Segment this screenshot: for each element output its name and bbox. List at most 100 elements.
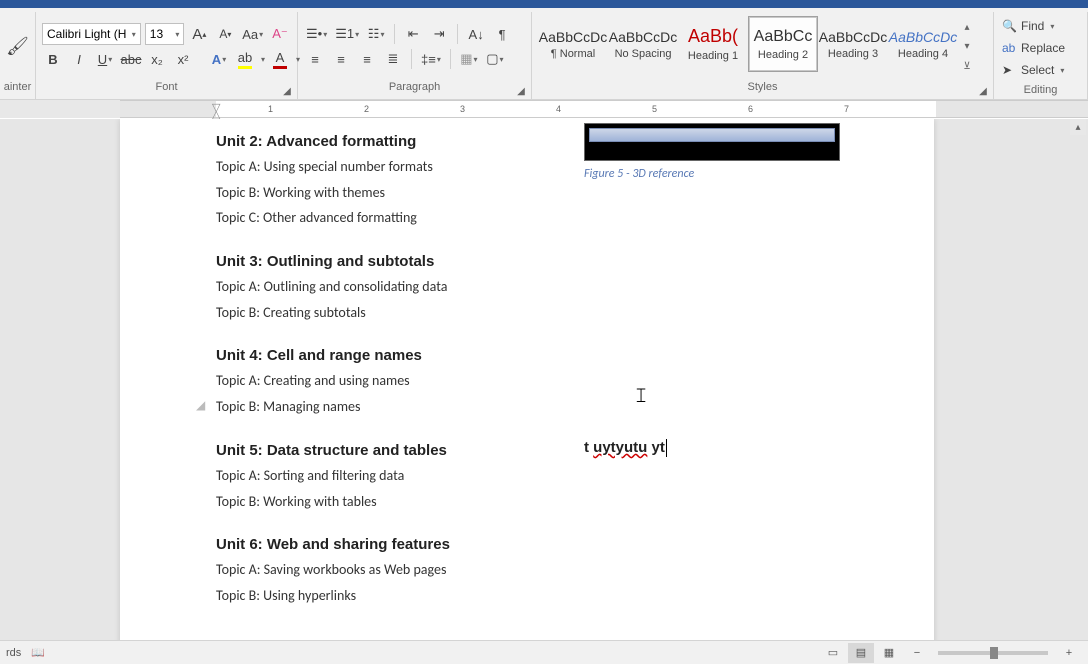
format-painter-button[interactable]: 🖌	[2, 25, 33, 69]
zoom-slider[interactable]	[938, 651, 1048, 655]
styles-more-button[interactable]: ▴ ▾ ⊻	[958, 14, 976, 80]
replace-icon: ab	[1002, 41, 1016, 55]
topic-text[interactable]: Topic A: Using special number formats	[216, 156, 584, 178]
replace-button[interactable]: ab Replace	[1002, 38, 1079, 58]
font-color-button[interactable]: A	[269, 48, 291, 70]
word-count[interactable]: rds	[6, 647, 21, 659]
font-group: Calibri Light (H ▾ 13 ▾ A▴ A▾ Aa▾ A⁻ B I…	[36, 12, 298, 99]
sort-icon: A↓	[469, 27, 484, 42]
line-spacing-button[interactable]: ‡≡▾	[419, 48, 443, 70]
change-case-button[interactable]: Aa▾	[240, 23, 265, 45]
topic-text[interactable]: Topic B: Working with themes	[216, 182, 584, 204]
subscript-button[interactable]: x₂	[146, 48, 168, 70]
style-preview: AaBbCcDc	[819, 29, 887, 45]
heading-unit5[interactable]: Unit 5: Data structure and tables	[216, 442, 584, 459]
heading-unit4[interactable]: Unit 4: Cell and range names	[216, 347, 584, 364]
zoom-out-button[interactable]: −	[904, 643, 930, 663]
heading-random-text[interactable]: t uytyutu yt	[584, 439, 667, 457]
shading-button[interactable]: ▦▾	[458, 48, 480, 70]
editing-group-label: Editing	[994, 84, 1087, 97]
print-layout-button[interactable]: ▤	[848, 643, 874, 663]
grow-font-button[interactable]: A▴	[188, 23, 210, 45]
topic-text[interactable]: Topic A: Saving workbooks as Web pages	[216, 559, 584, 581]
select-button[interactable]: ➤ Select ▾	[1002, 60, 1079, 80]
superscript-button[interactable]: x²	[172, 48, 194, 70]
bullets-button[interactable]: ☰•▾	[304, 23, 329, 45]
read-mode-button[interactable]: ▭	[820, 643, 846, 663]
ruler-tick: 5	[652, 104, 657, 114]
align-center-button[interactable]: ≡	[330, 48, 352, 70]
chevron-down-icon[interactable]: ▾	[261, 55, 265, 64]
bold-icon: B	[48, 52, 57, 67]
horizontal-ruler[interactable]: ▽ △ 1 2 3 4 5 6 7	[120, 100, 1088, 118]
style-heading1[interactable]: AaBb( Heading 1	[678, 16, 748, 72]
text-effects-button[interactable]: A▾	[208, 48, 230, 70]
align-left-button[interactable]: ≡	[304, 48, 326, 70]
bold-button[interactable]: B	[42, 48, 64, 70]
outdent-button[interactable]: ⇤	[402, 23, 424, 45]
shrink-font-icon: A	[219, 27, 227, 41]
italic-button[interactable]: I	[68, 48, 90, 70]
sort-button[interactable]: A↓	[465, 23, 487, 45]
indent-button[interactable]: ⇥	[428, 23, 450, 45]
topic-text[interactable]: Topic B: Creating subtotals	[216, 302, 584, 324]
topic-text[interactable]: Topic B: Using hyperlinks	[216, 585, 584, 607]
align-right-button[interactable]: ≡	[356, 48, 378, 70]
strike-button[interactable]: abc	[120, 48, 142, 70]
topic-text[interactable]: Topic B: Managing names	[216, 396, 584, 418]
pilcrow-icon: ¶	[499, 27, 506, 42]
chevron-up-icon: ▴	[964, 22, 969, 33]
font-name-combo[interactable]: Calibri Light (H ▾	[42, 23, 141, 45]
style-heading3[interactable]: AaBbCcDc Heading 3	[818, 16, 888, 72]
style-heading4[interactable]: AaBbCcDc Heading 4	[888, 16, 958, 72]
styles-group: AaBbCcDc ¶ Normal AaBbCcDc No Spacing Aa…	[532, 12, 994, 99]
figure-image[interactable]	[584, 123, 840, 161]
document-area[interactable]: Unit 2: Advanced formatting Topic A: Usi…	[0, 119, 1088, 640]
cursor-icon: ➤	[1002, 63, 1016, 77]
heading-unit6[interactable]: Unit 6: Web and sharing features	[216, 536, 584, 553]
paragraph-dialog-launcher[interactable]: ◢	[515, 85, 527, 97]
show-marks-button[interactable]: ¶	[491, 23, 513, 45]
topic-text[interactable]: Topic A: Sorting and filtering data	[216, 465, 584, 487]
style-heading2[interactable]: AaBbCc Heading 2	[748, 16, 818, 72]
topic-text[interactable]: Topic A: Creating and using names	[216, 370, 584, 392]
ruler-gutter	[0, 100, 120, 118]
style-no-spacing[interactable]: AaBbCcDc No Spacing	[608, 16, 678, 72]
separator	[450, 49, 451, 69]
font-dialog-launcher[interactable]: ◢	[281, 85, 293, 97]
topic-text[interactable]: Topic A: Outlining and consolidating dat…	[216, 276, 584, 298]
numbering-button[interactable]: ☰1▾	[333, 23, 361, 45]
styles-dialog-launcher[interactable]: ◢	[977, 85, 989, 97]
find-button[interactable]: 🔍 Find ▾	[1002, 16, 1079, 36]
zoom-in-button[interactable]: +	[1056, 643, 1082, 663]
heading-unit3[interactable]: Unit 3: Outlining and subtotals	[216, 253, 584, 270]
zoom-thumb[interactable]	[990, 647, 998, 659]
chevron-down-bar-icon: ⊻	[963, 61, 970, 72]
collapse-triangle-icon[interactable]: ◢	[196, 398, 205, 412]
paragraph-group: ☰•▾ ☰1▾ ☷▾ ⇤ ⇥ A↓ ¶ ≡ ≡ ≡ ≣ ‡≡▾ ▦▾ ▢▾	[298, 12, 532, 99]
page[interactable]: Unit 2: Advanced formatting Topic A: Usi…	[120, 119, 934, 640]
clear-formatting-button[interactable]: A⁻	[269, 23, 291, 45]
style-name: Heading 2	[758, 49, 808, 61]
web-layout-button[interactable]: ▦	[876, 643, 902, 663]
figure-caption[interactable]: Figure 5 - 3D reference	[584, 167, 840, 181]
chevron-down-icon: ▾	[175, 30, 179, 39]
text-suffix: yt	[647, 439, 665, 456]
ruler-tick: 3	[460, 104, 465, 114]
justify-button[interactable]: ≣	[382, 48, 404, 70]
scroll-up-button[interactable]: ▴	[1070, 119, 1086, 135]
spellcheck-icon[interactable]: 📖	[31, 646, 45, 659]
borders-button[interactable]: ▢▾	[484, 48, 506, 70]
style-normal[interactable]: AaBbCcDc ¶ Normal	[538, 16, 608, 72]
shrink-font-button[interactable]: A▾	[214, 23, 236, 45]
topic-text[interactable]: Topic C: Other advanced formatting	[216, 207, 584, 229]
ruler[interactable]: ▽ △ 1 2 3 4 5 6 7	[0, 100, 1088, 118]
heading-unit2[interactable]: Unit 2: Advanced formatting	[216, 133, 584, 150]
topic-text[interactable]: Topic B: Working with tables	[216, 491, 584, 513]
style-preview: AaBbCcDc	[609, 29, 677, 45]
paragraph-group-label: Paragraph ◢	[298, 81, 531, 97]
highlight-button[interactable]: ab	[234, 48, 256, 70]
multilevel-button[interactable]: ☷▾	[365, 23, 387, 45]
font-size-combo[interactable]: 13 ▾	[145, 23, 185, 45]
underline-button[interactable]: U▾	[94, 48, 116, 70]
